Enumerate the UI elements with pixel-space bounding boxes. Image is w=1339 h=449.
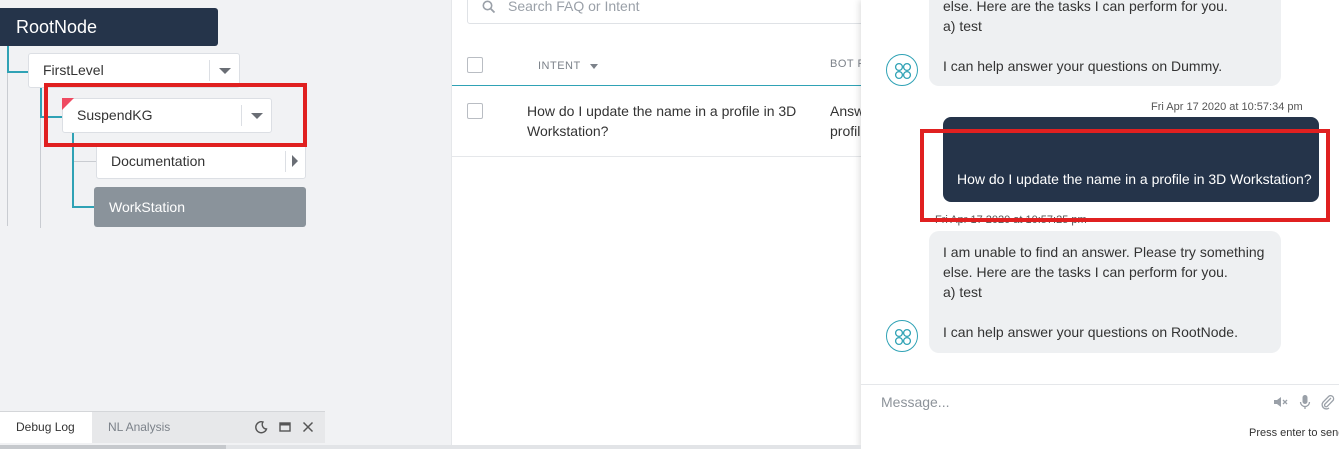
tree-connector bbox=[72, 206, 94, 208]
search-icon bbox=[482, 0, 496, 14]
faq-search-box[interactable] bbox=[467, 0, 867, 24]
speaker-mute-icon[interactable] bbox=[1272, 394, 1288, 410]
faq-search-input[interactable] bbox=[508, 0, 838, 14]
message-composer: Press enter to send bbox=[861, 384, 1339, 449]
chevron-down-icon[interactable] bbox=[209, 60, 239, 81]
chat-panel: else. Here are the tasks I can perform f… bbox=[861, 0, 1339, 449]
bot-message-line: else. Here are the tasks I can perform f… bbox=[943, 0, 1228, 14]
microphone-icon[interactable] bbox=[1297, 394, 1313, 410]
tree-connector bbox=[40, 88, 42, 117]
bot-message-bubble: I am unable to find an answer. Please tr… bbox=[929, 231, 1281, 353]
faq-table-header: INTENT BOT R bbox=[452, 46, 865, 86]
tree-node-workstation-selected[interactable]: WorkStation bbox=[94, 187, 306, 227]
bottom-scrollbar-thumb[interactable] bbox=[0, 445, 226, 449]
tab-debug-log[interactable]: Debug Log bbox=[0, 412, 92, 443]
close-icon[interactable] bbox=[301, 420, 315, 434]
tree-connector bbox=[74, 161, 96, 162]
bot-avatar-icon bbox=[886, 54, 918, 86]
press-enter-hint: Press enter to send bbox=[1249, 427, 1339, 439]
moon-icon[interactable] bbox=[254, 420, 268, 434]
bot-avatar-icon bbox=[886, 320, 918, 352]
faq-panel: INTENT BOT R How do I update the name in… bbox=[451, 0, 867, 445]
bot-message-line bbox=[943, 302, 1267, 322]
paperclip-icon[interactable] bbox=[1320, 394, 1336, 410]
bot-message-bubble: else. Here are the tasks I can perform f… bbox=[929, 0, 1281, 86]
select-all-checkbox[interactable] bbox=[467, 57, 483, 73]
bot-message-line: a) test bbox=[943, 18, 982, 34]
bot-message-line: I am unable to find an answer. Please tr… bbox=[943, 244, 1265, 260]
row-intent-text[interactable]: How do I update the name in a profile in… bbox=[527, 101, 807, 141]
bot-message-line: a) test bbox=[943, 284, 982, 300]
tree-node-label: Documentation bbox=[111, 153, 206, 169]
tree-connector bbox=[7, 46, 9, 72]
sort-caret-icon[interactable] bbox=[590, 64, 598, 69]
highlight-box-suspend-kg bbox=[44, 83, 307, 147]
knowledge-graph-tree-panel: RootNode FirstLevel SuspendKG Documentat… bbox=[0, 0, 451, 445]
column-header-intent[interactable]: INTENT bbox=[538, 60, 581, 72]
bot-message-line bbox=[943, 36, 1267, 56]
bot-message-line: else. Here are the tasks I can perform f… bbox=[943, 264, 1228, 280]
tree-connector bbox=[7, 71, 29, 73]
chevron-right-icon[interactable] bbox=[285, 151, 305, 172]
tree-node-documentation[interactable]: Documentation bbox=[96, 144, 306, 179]
debug-tab-bar: Debug Log NL Analysis bbox=[0, 411, 325, 443]
table-row[interactable]: How do I update the name in a profile in… bbox=[452, 87, 864, 157]
maximize-icon[interactable] bbox=[278, 420, 292, 434]
tree-node-root[interactable]: RootNode bbox=[0, 8, 218, 46]
page: RootNode FirstLevel SuspendKG Documentat… bbox=[0, 0, 1339, 449]
bot-message-line: I can help answer your questions on Root… bbox=[943, 324, 1238, 340]
tree-connector bbox=[7, 46, 8, 226]
user-message-timestamp: Fri Apr 17 2020 at 10:57:34 pm bbox=[1151, 101, 1303, 113]
bot-message-line: I can help answer your questions on Dumm… bbox=[943, 58, 1223, 74]
row-checkbox[interactable] bbox=[467, 103, 483, 119]
tab-nl-analysis[interactable]: NL Analysis bbox=[108, 412, 170, 443]
message-input[interactable] bbox=[881, 394, 1251, 410]
highlight-box-user-message bbox=[920, 129, 1330, 222]
row-bot-response-text: Answ profil bbox=[830, 103, 864, 139]
